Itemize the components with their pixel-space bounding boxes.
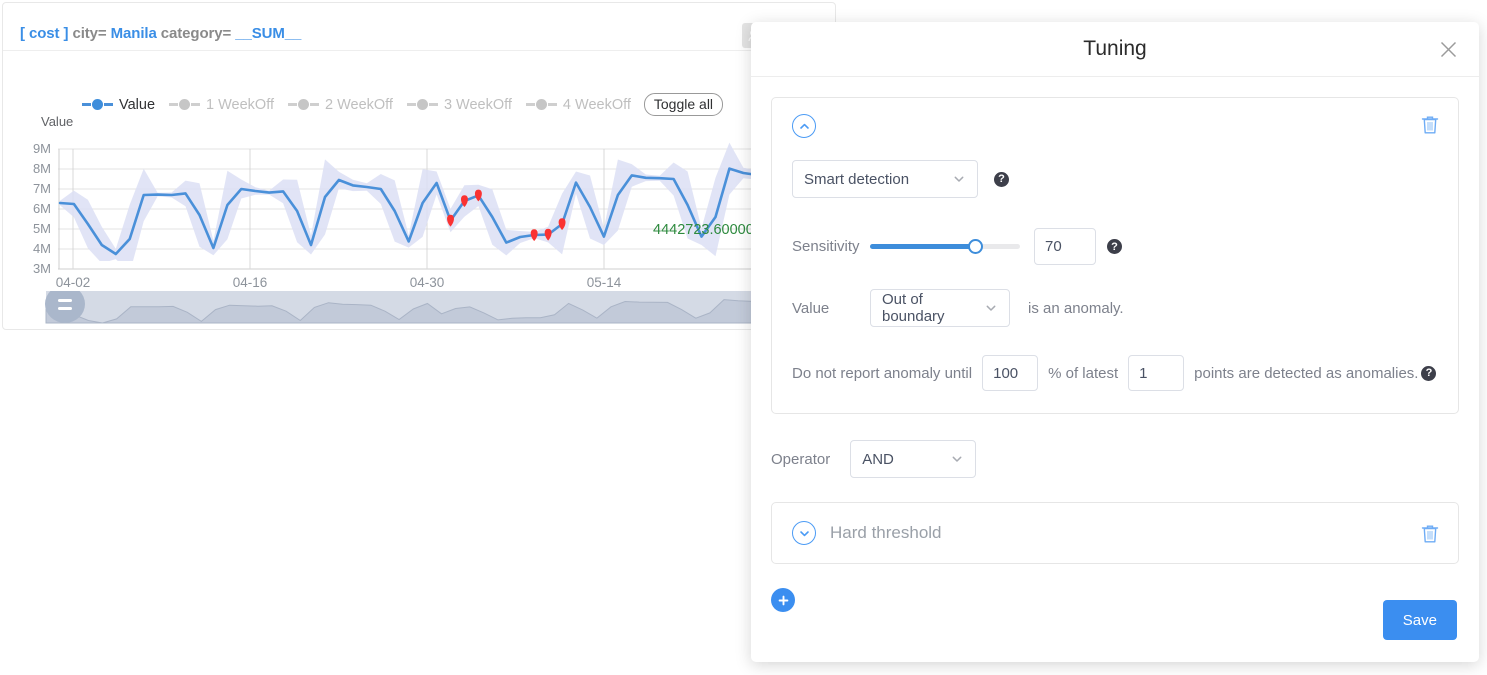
rule-hard-threshold: Hard threshold	[771, 502, 1459, 564]
legend-line-icon	[287, 103, 297, 106]
legend-line-icon	[169, 103, 179, 106]
operator-select[interactable]: AND	[850, 440, 977, 478]
suppress-points-input[interactable]	[1128, 355, 1185, 391]
anomaly-suffix-text: is an anomaly.	[1028, 299, 1124, 317]
title-dim1-value: Manila	[110, 25, 157, 42]
legend-line-icon	[428, 103, 438, 106]
chevron-down-icon	[984, 301, 998, 315]
page-title: [ cost ] city= Manila category= __SUM__	[20, 25, 301, 42]
svg-text:3M: 3M	[33, 261, 51, 276]
slider-fill	[870, 244, 975, 249]
chevron-up-icon	[799, 123, 809, 129]
confidence-band	[60, 142, 835, 261]
tuning-dialog-title: Tuning	[1083, 37, 1147, 60]
handle-grip-icon	[58, 299, 72, 302]
value-annotation: 4442723.60000	[653, 222, 754, 238]
sensitivity-help-icon[interactable]: ?	[1107, 239, 1122, 254]
chevron-down-icon	[952, 172, 966, 186]
detector-type-select[interactable]: Smart detection	[792, 160, 978, 198]
collapse-rule-button[interactable]	[792, 114, 816, 138]
chevron-down-icon	[950, 452, 964, 466]
tuning-dialog: Tuning Smart detection ? Sensitivity 70 …	[751, 22, 1479, 662]
suppress-help-icon[interactable]: ?	[1421, 365, 1437, 381]
svg-text:8M: 8M	[33, 161, 51, 176]
chart-range-slider[interactable]	[3, 291, 836, 330]
suppress-percent-input[interactable]	[982, 355, 1039, 391]
tuning-dialog-header: Tuning	[751, 22, 1479, 77]
chart-card: [ cost ] city= Manila category= __SUM__	[2, 2, 836, 330]
svg-text:04-30: 04-30	[410, 275, 445, 290]
title-dim2-value: __SUM__	[235, 25, 302, 42]
tuning-dialog-body: Smart detection ? Sensitivity 70 ? Value…	[751, 77, 1479, 612]
svg-text:04-02: 04-02	[56, 275, 91, 290]
legend-dot-icon	[92, 99, 103, 110]
legend-line-icon	[104, 103, 113, 106]
detector-type-value: Smart detection	[804, 170, 910, 188]
legend-dot-icon	[535, 99, 547, 110]
boundary-value: Out of boundary	[882, 291, 945, 325]
boundary-select[interactable]: Out of boundary	[870, 289, 1010, 327]
save-button[interactable]: Save	[1382, 600, 1457, 640]
legend-dot-icon	[179, 99, 191, 110]
value-label: Value	[792, 299, 830, 317]
expand-rule-button[interactable]	[792, 521, 816, 545]
legend-line-icon	[309, 103, 319, 106]
tuning-dialog-footer: Save	[751, 584, 1479, 662]
rule-smart-detection: Smart detection ? Sensitivity 70 ? Value…	[771, 97, 1459, 414]
chevron-down-icon	[799, 530, 809, 536]
title-dim2-key: category=	[160, 25, 232, 42]
svg-text:4M: 4M	[33, 241, 51, 256]
sensitivity-input[interactable]	[1034, 228, 1096, 265]
rule-hard-threshold-label: Hard threshold	[830, 523, 942, 542]
trash-icon	[1421, 116, 1439, 134]
svg-text:7M: 7M	[33, 181, 51, 196]
svg-text:6M: 6M	[33, 201, 51, 216]
close-button[interactable]	[1435, 36, 1461, 62]
suppress-suffix-text: points are detected as anomalies.	[1194, 364, 1419, 382]
delete-rule-button[interactable]	[1420, 114, 1440, 141]
chart-card-header: [ cost ] city= Manila category= __SUM__	[3, 3, 835, 51]
legend-dot-icon	[416, 99, 428, 110]
suppress-prefix-text: Do not report anomaly until	[792, 364, 973, 382]
svg-text:5M: 5M	[33, 221, 51, 236]
close-icon	[1440, 41, 1456, 57]
legend-line-icon	[525, 103, 535, 106]
trash-icon	[1421, 525, 1439, 543]
sensitivity-label: Sensitivity	[792, 238, 860, 255]
legend-line-icon	[82, 103, 91, 106]
detector-help-icon[interactable]: ?	[994, 171, 1009, 187]
svg-text:04-16: 04-16	[233, 275, 268, 290]
legend-dot-icon	[297, 99, 309, 110]
title-dim1-key: city=	[72, 25, 107, 42]
suppress-mid-text: % of latest	[1048, 364, 1119, 382]
delete-rule-button[interactable]	[1420, 523, 1440, 550]
legend-line-icon	[406, 103, 416, 106]
svg-text:05-14: 05-14	[587, 275, 622, 290]
sensitivity-slider[interactable]	[870, 238, 1020, 256]
anomaly-marker[interactable]	[530, 229, 538, 241]
slider-knob[interactable]	[967, 239, 983, 254]
handle-grip-icon	[58, 307, 72, 310]
series-group	[58, 142, 835, 261]
app-root: [ cost ] city= Manila category= __SUM__	[0, 0, 1487, 675]
title-metric: [ cost ]	[20, 25, 69, 42]
operator-value: AND	[862, 450, 894, 468]
legend-line-icon	[191, 103, 201, 106]
operator-label: Operator	[771, 450, 831, 468]
legend-line-icon	[547, 103, 557, 106]
svg-text:9M: 9M	[33, 141, 51, 156]
